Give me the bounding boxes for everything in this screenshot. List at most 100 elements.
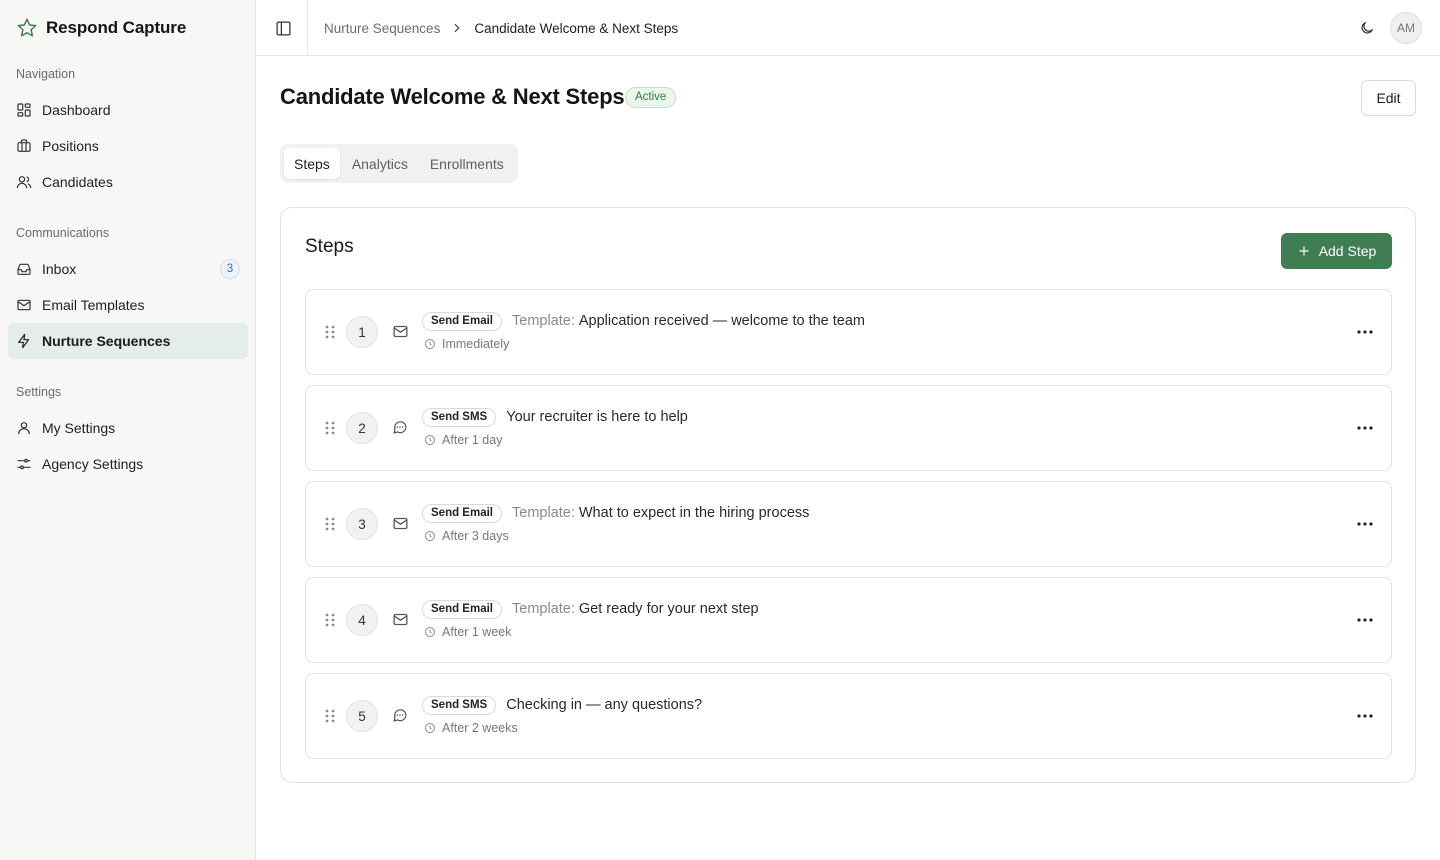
nav-section-settings: Settings My Settings Agency Settings (0, 382, 256, 482)
clock-icon (424, 530, 436, 542)
sidebar-item-email-templates[interactable]: Email Templates (8, 287, 248, 323)
clock-icon (424, 722, 436, 734)
step-number: 2 (346, 412, 378, 444)
mail-icon (391, 514, 409, 532)
nav-heading: Settings (16, 385, 62, 399)
add-step-label: Add Step (1318, 243, 1377, 259)
sidebar-item-label: Positions (42, 138, 99, 154)
sidebar-item-agency-settings[interactable]: Agency Settings (8, 446, 248, 482)
clock-icon (424, 338, 436, 350)
sidebar-item-label: My Settings (42, 420, 116, 436)
step-text: Checking in — any questions? (506, 697, 703, 713)
mail-icon (391, 322, 409, 340)
unread-count-badge: 3 (220, 259, 240, 279)
avatar[interactable]: AM (1390, 12, 1422, 44)
card-title: Steps (305, 236, 354, 257)
step-row[interactable]: 2 Send SMS Your recruiter is here to hel… (305, 385, 1392, 471)
drag-handle-icon[interactable] (322, 323, 338, 341)
page-title: Candidate Welcome & Next Steps (280, 84, 625, 109)
step-timing: After 1 week (442, 625, 512, 639)
step-text: What to expect in the hiring process (578, 505, 810, 521)
sidebar-item-label: Dashboard (42, 102, 111, 118)
message-circle-icon (391, 418, 409, 436)
nav-heading: Navigation (16, 67, 76, 81)
edit-button[interactable]: Edit (1361, 80, 1416, 116)
tab-analytics[interactable]: Analytics (342, 148, 418, 179)
step-timing: After 1 day (442, 433, 503, 447)
inbox-icon (16, 261, 32, 277)
chevron-right-icon (450, 21, 464, 35)
action-badge: Send Email (422, 503, 502, 523)
star-logo-icon (16, 17, 38, 39)
nav-section-communications: Communications Inbox 3 Email Templates N… (0, 223, 256, 359)
zap-icon (16, 333, 32, 349)
sidebar-item-nurture-sequences[interactable]: Nurture Sequences (8, 323, 248, 359)
sliders-icon (16, 456, 32, 472)
nav-section-navigation: Navigation Dashboard Positions Candidate… (0, 64, 256, 200)
step-text: Get ready for your next step (578, 601, 759, 617)
step-body: Send Email Template: Application receive… (422, 311, 865, 351)
briefcase-icon (16, 138, 32, 154)
step-row[interactable]: 1 Send Email Template: Application recei… (305, 289, 1392, 375)
sidebar-item-candidates[interactable]: Candidates (8, 164, 248, 200)
step-body: Send SMS Checking in — any questions? Af… (422, 695, 702, 735)
add-step-button[interactable]: Add Step (1281, 233, 1392, 269)
step-body: Send SMS Your recruiter is here to help … (422, 407, 688, 447)
sidebar-item-positions[interactable]: Positions (8, 128, 248, 164)
sidebar-item-label: Nurture Sequences (42, 333, 171, 349)
step-timing: After 2 weeks (442, 721, 518, 735)
step-row[interactable]: 3 Send Email Template: What to expect in… (305, 481, 1392, 567)
drag-handle-icon[interactable] (322, 707, 338, 725)
more-horizontal-icon[interactable] (1354, 322, 1376, 342)
app-name: Respond Capture (46, 18, 187, 37)
drag-handle-icon[interactable] (322, 515, 338, 533)
sidebar-toggle-icon[interactable] (272, 17, 294, 39)
clock-icon (424, 626, 436, 638)
drag-handle-icon[interactable] (322, 419, 338, 437)
template-label: Template: (512, 505, 575, 521)
action-badge: Send SMS (422, 695, 497, 715)
sidebar-item-my-settings[interactable]: My Settings (8, 410, 248, 446)
step-body: Send Email Template: What to expect in t… (422, 503, 809, 543)
step-number: 5 (346, 700, 378, 732)
more-horizontal-icon[interactable] (1354, 610, 1376, 630)
topbar: Nurture Sequences Candidate Welcome & Ne… (256, 0, 1440, 56)
step-number: 4 (346, 604, 378, 636)
sidebar-item-inbox[interactable]: Inbox 3 (8, 251, 248, 287)
more-horizontal-icon[interactable] (1354, 418, 1376, 438)
drag-handle-icon[interactable] (322, 611, 338, 629)
more-horizontal-icon[interactable] (1354, 514, 1376, 534)
breadcrumb-parent-link[interactable]: Nurture Sequences (324, 21, 440, 36)
moon-icon[interactable] (1356, 17, 1378, 39)
action-badge: Send Email (422, 599, 502, 619)
action-badge: Send Email (422, 311, 502, 331)
brand[interactable]: Respond Capture (16, 16, 186, 40)
step-number: 3 (346, 508, 378, 540)
mail-icon (16, 297, 32, 313)
step-body: Send Email Template: Get ready for your … (422, 599, 759, 639)
more-horizontal-icon[interactable] (1354, 706, 1376, 726)
step-number: 1 (346, 316, 378, 348)
template-label: Template: (512, 313, 575, 329)
status-badge: Active (625, 87, 677, 108)
tab-enrollments[interactable]: Enrollments (420, 148, 514, 179)
sidebar-item-label: Inbox (42, 261, 77, 277)
step-text: Your recruiter is here to help (506, 409, 688, 425)
plus-icon (1297, 244, 1311, 258)
clock-icon (424, 434, 436, 446)
template-label: Template: (512, 601, 575, 617)
step-row[interactable]: 4 Send Email Template: Get ready for you… (305, 577, 1392, 663)
tab-steps[interactable]: Steps (284, 148, 340, 179)
step-timing: After 3 days (442, 529, 509, 543)
sidebar-item-dashboard[interactable]: Dashboard (8, 92, 248, 128)
step-row[interactable]: 5 Send SMS Checking in — any questions? … (305, 673, 1392, 759)
users-icon (16, 174, 32, 190)
topbar-divider (307, 0, 308, 56)
steps-card: Steps Add Step 1 Send Email Template: Ap… (280, 207, 1416, 783)
sidebar: Respond Capture Navigation Dashboard Pos… (0, 0, 256, 860)
step-text: Application received — welcome to the te… (578, 313, 865, 329)
sidebar-item-label: Candidates (42, 174, 113, 190)
dashboard-icon (16, 102, 32, 118)
step-timing: Immediately (442, 337, 510, 351)
breadcrumb: Nurture Sequences Candidate Welcome & Ne… (324, 0, 678, 56)
